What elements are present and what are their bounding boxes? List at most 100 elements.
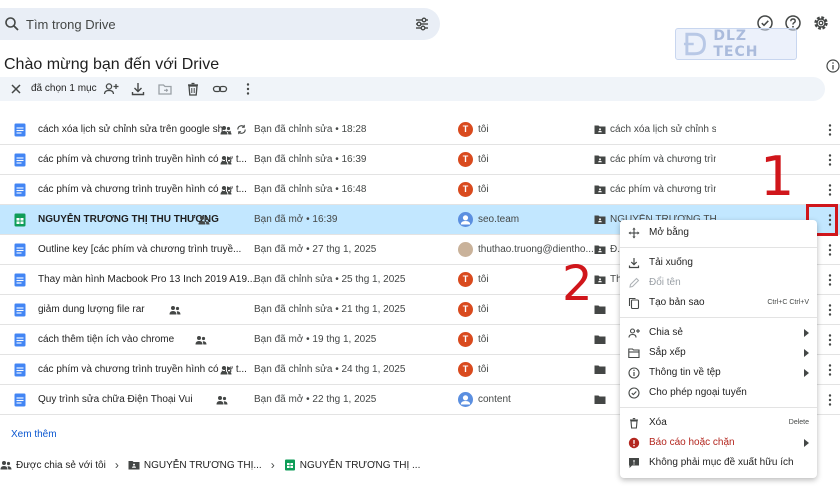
avatar: T <box>458 362 473 377</box>
avatar: T <box>458 122 473 137</box>
trash-icon[interactable] <box>185 81 201 97</box>
breadcrumb-item-folder[interactable]: NGUYỄN TRƯƠNG THỊ... <box>144 460 262 471</box>
last-modified: Bạn đã mở • 16:39 <box>254 214 338 225</box>
make-copy-shortcut: Ctrl+C Ctrl+V <box>767 299 809 306</box>
menu-item-rename[interactable]: Đổi tên <box>620 273 817 293</box>
file-name[interactable]: NGUYỄN TRƯƠNG THỊ THU THƯƠNG <box>38 214 219 225</box>
last-modified: Bạn đã chỉnh sửa • 25 thg 1, 2025 <box>254 274 406 285</box>
submenu-arrow-icon <box>804 349 809 357</box>
shared-people-icon <box>195 336 207 345</box>
avatar <box>458 242 473 257</box>
share-add-person-icon[interactable] <box>103 81 119 97</box>
person-avatar-icon <box>460 215 471 225</box>
menu-item-delete[interactable]: Xóa Delete <box>620 413 817 433</box>
menu-divider <box>620 247 817 248</box>
location-name[interactable]: các phím và chương trìn... <box>610 154 716 165</box>
submenu-arrow-icon <box>804 439 809 447</box>
folder-icon <box>594 305 606 314</box>
organize-folder-icon <box>628 348 640 359</box>
row-more-actions-icon[interactable] <box>825 123 835 137</box>
docs-file-icon <box>14 243 26 257</box>
breadcrumb-item-shared[interactable]: Được chia sẻ với tôi <box>16 460 106 471</box>
folder-icon <box>594 215 606 224</box>
file-name[interactable]: cách xóa lịch sử chỉnh sửa trên google s… <box>38 124 232 135</box>
watermark-logo: DLZ TECH <box>675 28 797 60</box>
watermark-text: DLZ TECH <box>713 28 759 60</box>
location-name[interactable]: các phím và chương trìn... <box>610 184 716 195</box>
move-to-folder-icon[interactable] <box>157 81 173 97</box>
folder-icon <box>594 185 606 194</box>
offline-check-icon <box>628 387 640 399</box>
row-more-actions-icon[interactable] <box>825 273 835 287</box>
menu-item-make-copy[interactable]: Tạo bản sao Ctrl+C Ctrl+V <box>620 293 817 313</box>
row-more-actions-icon[interactable] <box>825 333 835 347</box>
search-options-icon[interactable] <box>414 16 430 32</box>
file-name[interactable]: các phím và chương trình truyền hình có … <box>38 154 247 165</box>
menu-item-offline[interactable]: Cho phép ngoại tuyến <box>620 383 817 403</box>
file-name[interactable]: các phím và chương trình truyền hình có … <box>38 364 247 375</box>
file-name[interactable]: các phím và chương trình truyền hình có … <box>38 184 247 195</box>
row-more-actions-icon[interactable] <box>825 393 835 407</box>
folder-icon <box>594 395 606 404</box>
row-more-actions-icon[interactable] <box>825 363 835 377</box>
info-icon[interactable] <box>826 59 840 73</box>
file-name[interactable]: Quy trình sửa chữa Điện Thoại Vui <box>38 394 193 405</box>
search-bar[interactable] <box>0 8 440 40</box>
folder-icon <box>594 275 606 284</box>
avatar <box>458 392 473 407</box>
settings-gear-icon[interactable] <box>812 14 830 32</box>
menu-item-open-with[interactable]: Mở bằng <box>620 223 817 243</box>
menu-item-file-info[interactable]: Thông tin về tệp <box>620 363 817 383</box>
shared-with-me-icon <box>0 461 12 470</box>
table-row[interactable]: các phím và chương trình truyền hình có … <box>0 175 840 205</box>
person-avatar-icon <box>460 395 471 405</box>
row-more-actions-icon[interactable] <box>825 153 835 167</box>
docs-file-icon <box>14 363 26 377</box>
submenu-arrow-icon <box>804 369 809 377</box>
search-icon[interactable] <box>4 16 20 32</box>
last-modified: Bạn đã mở • 19 thg 1, 2025 <box>254 334 377 345</box>
menu-item-download[interactable]: Tải xuống <box>620 253 817 273</box>
last-modified: Bạn đã chỉnh sửa • 16:48 <box>254 184 367 195</box>
owner-name: seo.team <box>478 214 520 225</box>
table-row[interactable]: cách xóa lịch sử chỉnh sửa trên google s… <box>0 115 840 145</box>
page-title: Chào mừng bạn đến với Drive <box>4 56 220 73</box>
avatar: T <box>458 152 473 167</box>
see-more-link[interactable]: Xem thêm <box>11 429 57 440</box>
menu-item-not-helpful[interactable]: Không phải mục đề xuất hữu ích <box>620 453 817 473</box>
file-name[interactable]: cách thêm tiện ích vào chrome <box>38 334 174 345</box>
menu-divider <box>620 407 817 408</box>
shared-people-icon <box>220 186 232 195</box>
avatar: T <box>458 272 473 287</box>
shared-people-icon <box>220 156 232 165</box>
more-actions-icon[interactable] <box>240 81 256 97</box>
last-modified: Bạn đã chỉnh sửa • 21 thg 1, 2025 <box>254 304 406 315</box>
owner-name: tôi <box>478 364 489 375</box>
clear-selection-close-icon[interactable] <box>9 82 23 96</box>
docs-file-icon <box>14 333 26 347</box>
menu-item-share[interactable]: Chia sẻ <box>620 323 817 343</box>
copy-link-icon[interactable] <box>212 81 228 97</box>
open-with-move-icon <box>628 227 640 239</box>
rename-pencil-icon <box>629 277 640 288</box>
menu-item-report[interactable]: Báo cáo hoặc chặn <box>620 433 817 453</box>
file-name[interactable]: Thay màn hình Macbook Pro 13 Inch 2019 A… <box>38 274 255 285</box>
docs-file-icon <box>14 153 26 167</box>
shared-people-icon <box>198 216 210 225</box>
menu-item-organize[interactable]: Sắp xếp <box>620 343 817 363</box>
row-more-actions-icon[interactable] <box>825 183 835 197</box>
table-row[interactable]: các phím và chương trình truyền hình có … <box>0 145 840 175</box>
download-icon[interactable] <box>130 81 146 97</box>
file-name[interactable]: giảm dung lượng file rar <box>38 304 145 315</box>
shared-people-icon <box>220 126 232 135</box>
breadcrumb-item-file[interactable]: NGUYỄN TRƯƠNG THỊ ... <box>300 460 421 471</box>
location-name[interactable]: cách xóa lịch sử chỉnh s... <box>610 124 716 135</box>
row-more-actions-icon[interactable] <box>825 243 835 257</box>
file-name[interactable]: Outline key [các phím và chương trình tr… <box>38 244 241 255</box>
avatar: T <box>458 182 473 197</box>
sync-icon <box>237 124 246 135</box>
row-more-actions-icon[interactable] <box>825 303 835 317</box>
info-icon <box>628 367 640 379</box>
owner-name: tôi <box>478 274 489 285</box>
search-input[interactable] <box>26 14 406 34</box>
